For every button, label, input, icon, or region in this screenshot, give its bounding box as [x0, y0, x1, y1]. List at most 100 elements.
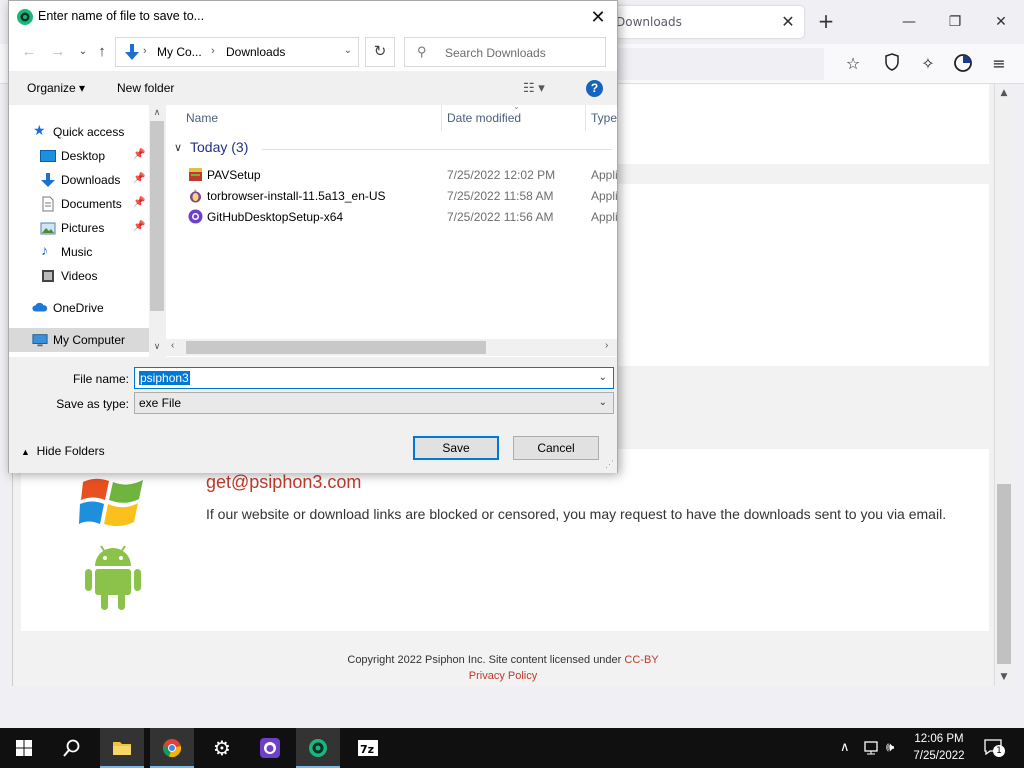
table-row[interactable]: PAVSetup 7/25/2022 12:02 PM Appli	[166, 164, 617, 185]
file-list-horizontal-scrollbar[interactable]: ‹ ›	[166, 339, 617, 356]
column-header-name[interactable]: Name	[186, 105, 218, 131]
shield-icon[interactable]	[881, 53, 903, 75]
nav-item-desktop[interactable]: Desktop 📌	[9, 144, 149, 168]
dialog-close-button[interactable]: ✕	[585, 5, 611, 29]
page-scrollbar[interactable]: ▲ ▼	[994, 84, 1012, 686]
start-button[interactable]	[2, 728, 46, 768]
new-folder-button[interactable]: New folder	[117, 81, 174, 95]
hide-folders-button[interactable]: ▲ Hide Folders	[21, 444, 105, 458]
taskbar-file-explorer[interactable]	[100, 728, 144, 768]
privacy-policy-link[interactable]: Privacy Policy	[13, 670, 992, 682]
window-close-button[interactable]: ✕	[984, 8, 1018, 36]
breadcrumb-my-computer[interactable]: My Co...	[157, 45, 202, 59]
column-separator[interactable]	[585, 105, 586, 131]
license-link[interactable]: CC-BY	[624, 654, 658, 666]
scroll-thumb[interactable]	[186, 341, 486, 354]
help-icon[interactable]: ?	[586, 80, 603, 97]
save-type-select[interactable]: exe File ⌄	[134, 392, 614, 414]
nav-item-quick-access[interactable]: ★ Quick access	[9, 120, 149, 144]
scroll-left-icon[interactable]: ‹	[171, 340, 174, 351]
view-options-icon[interactable]: ☷ ▾	[523, 80, 545, 96]
maximize-button[interactable]: ❐	[938, 8, 972, 36]
cancel-button[interactable]: Cancel	[513, 436, 599, 460]
taskbar-settings[interactable]: ⚙	[200, 728, 244, 768]
github-desktop-icon	[260, 738, 280, 758]
tab-downloads[interactable]: Downloads ✕	[604, 6, 804, 38]
new-tab-button[interactable]: +	[814, 10, 838, 34]
chevron-down-icon[interactable]: ⌄	[344, 45, 352, 56]
url-bar[interactable]	[604, 48, 824, 80]
menu-hamburger-icon[interactable]: ≡	[988, 53, 1010, 75]
scroll-thumb[interactable]	[997, 484, 1011, 664]
tor-icon	[190, 189, 201, 203]
music-icon: ♪	[41, 242, 48, 258]
table-row[interactable]: torbrowser-install-11.5a13_en-US 7/25/20…	[166, 185, 617, 206]
scroll-up-icon[interactable]: ▲	[997, 86, 1011, 100]
nav-item-onedrive[interactable]: OneDrive	[9, 296, 149, 320]
group-collapse-chevron-icon[interactable]: ∨	[174, 141, 182, 154]
notification-center-icon[interactable]: 1	[984, 739, 1005, 757]
column-separator[interactable]	[441, 105, 442, 131]
bookmark-star-icon[interactable]: ☆	[842, 53, 864, 75]
group-header-today[interactable]: Today (3)	[190, 139, 248, 155]
refresh-button[interactable]: ↻	[365, 37, 395, 67]
nav-item-pictures[interactable]: Pictures 📌	[9, 216, 149, 240]
scroll-down-icon[interactable]: ∨	[150, 341, 164, 352]
nav-item-documents[interactable]: Documents 📌	[9, 192, 149, 216]
nav-item-videos[interactable]: Videos	[9, 264, 149, 288]
taskbar-psiphon[interactable]	[296, 728, 340, 768]
show-hidden-icons-chevron[interactable]: ∧	[840, 740, 850, 755]
taskbar-github-desktop[interactable]	[248, 728, 292, 768]
breadcrumb-downloads[interactable]: Downloads	[226, 45, 285, 59]
scroll-up-icon[interactable]: ∧	[150, 107, 164, 118]
account-icon[interactable]	[952, 53, 974, 75]
back-arrow-icon[interactable]: ←	[19, 42, 39, 62]
system-clock[interactable]: 12:06 PM 7/25/2022	[904, 731, 974, 765]
resize-grip-icon[interactable]: ⋰	[605, 459, 614, 470]
nav-item-music[interactable]: ♪ Music	[9, 240, 149, 264]
email-link[interactable]: get@psiphon3.com	[206, 472, 361, 493]
recent-dropdown-icon[interactable]: ⌄	[73, 42, 93, 62]
nav-item-my-computer[interactable]: My Computer	[9, 328, 149, 352]
nav-label: My Computer	[53, 333, 126, 347]
table-row[interactable]: GitHubDesktopSetup-x64 7/25/2022 11:56 A…	[166, 206, 617, 227]
chevron-down-icon[interactable]: ⌄	[599, 372, 607, 383]
extensions-wand-icon[interactable]: ✧	[917, 53, 939, 75]
pin-icon[interactable]: 📌	[133, 221, 145, 232]
nav-label: Downloads	[61, 173, 121, 187]
chevron-down-icon[interactable]: ⌄	[599, 397, 607, 408]
up-arrow-icon[interactable]: ↑	[92, 42, 112, 62]
taskbar-7zip[interactable]: 7z	[346, 728, 390, 768]
scroll-down-icon[interactable]: ▼	[997, 670, 1011, 684]
save-button[interactable]: Save	[413, 436, 499, 460]
psiphon-app-icon	[17, 9, 33, 25]
computer-icon	[32, 334, 48, 347]
taskbar-search-button[interactable]	[50, 728, 94, 768]
scroll-thumb[interactable]	[150, 121, 164, 311]
file-type: Appli	[591, 168, 617, 182]
pin-icon[interactable]: 📌	[133, 149, 145, 160]
minimize-button[interactable]: —	[892, 8, 926, 36]
nav-item-downloads[interactable]: Downloads 📌	[9, 168, 149, 192]
file-type: Appli	[591, 189, 617, 203]
taskbar-chrome[interactable]	[150, 728, 194, 768]
address-bar[interactable]: › My Co... › Downloads ⌄	[115, 37, 359, 67]
save-file-dialog: Enter name of file to save to... ✕ ← → ⌄…	[8, 0, 618, 473]
nav-label: Pictures	[61, 221, 105, 235]
tab-close-icon[interactable]: ✕	[778, 12, 798, 32]
column-header-type[interactable]: Type	[591, 105, 617, 131]
volume-icon[interactable]: 🕪	[886, 740, 894, 755]
file-name-input[interactable]: psiphon3 ⌄	[134, 367, 614, 389]
pin-icon[interactable]: 📌	[133, 197, 145, 208]
search-input[interactable]: ⚲ Search Downloads	[404, 37, 606, 67]
organize-button[interactable]: Organize ▾	[27, 81, 85, 95]
column-header-date[interactable]: Date modified	[447, 105, 521, 131]
network-icon[interactable]	[862, 740, 880, 756]
nav-pane-scrollbar[interactable]: ∧ ∨	[149, 105, 165, 357]
scroll-right-icon[interactable]: ›	[605, 340, 608, 351]
forward-arrow-icon[interactable]: →	[48, 42, 68, 62]
pin-icon[interactable]: 📌	[133, 173, 145, 184]
installer-icon	[189, 168, 202, 181]
navigation-pane: ★ Quick access Desktop 📌 Downloads 📌 Doc…	[9, 105, 165, 357]
svg-text:7z: 7z	[360, 743, 374, 756]
